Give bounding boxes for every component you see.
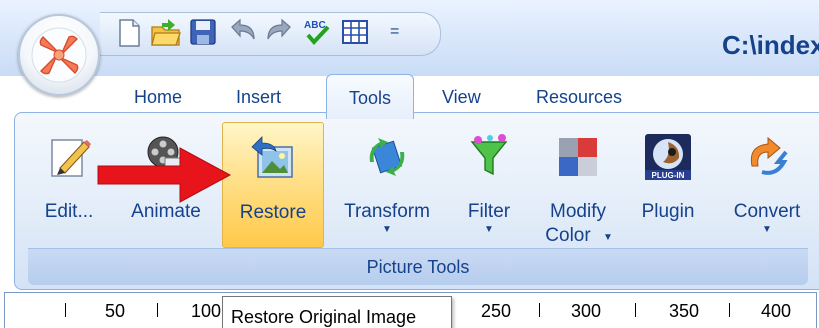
group-label: Picture Tools xyxy=(366,257,470,277)
spellcheck-icon[interactable]: ABC xyxy=(302,17,334,49)
ruler-label: 350 xyxy=(669,301,700,321)
svg-text:ABC: ABC xyxy=(304,20,326,31)
ruler-label: 50 xyxy=(105,301,126,321)
restore-button[interactable]: Restore xyxy=(222,122,324,248)
ruler-label: 400 xyxy=(761,301,792,321)
edit-label: Edit... xyxy=(44,201,94,222)
undo-icon[interactable] xyxy=(226,17,258,49)
redo-icon[interactable] xyxy=(264,17,296,49)
filter-button[interactable]: Filter ▼ xyxy=(456,122,522,252)
customize-toolbar-icon[interactable]: = xyxy=(390,23,408,45)
ruler-label: 250 xyxy=(481,301,512,321)
save-icon[interactable] xyxy=(188,17,220,49)
color-blocks-icon xyxy=(559,138,597,176)
app-window: ABC = C:\index Home Insert Tools View Re… xyxy=(0,0,819,328)
edit-button[interactable]: Edit... xyxy=(36,122,102,252)
ruler-label: 100 xyxy=(191,301,222,321)
ruler-tick xyxy=(65,303,66,317)
transform-button[interactable]: Transform ▼ xyxy=(336,122,438,252)
transform-dropdown-icon[interactable]: ▼ xyxy=(336,224,438,235)
tooltip: Restore Original Image xyxy=(222,296,452,328)
convert-button[interactable]: Convert ▼ xyxy=(722,122,812,252)
picture-tools-group: Picture Tools xyxy=(28,248,808,285)
filter-label: Filter xyxy=(467,201,511,222)
tab-home[interactable]: Home xyxy=(134,80,182,114)
ruler-label: 300 xyxy=(571,301,602,321)
modify-label: Modify xyxy=(550,201,606,222)
plugin-label: Plugin xyxy=(641,201,695,222)
quick-access-toolbar: ABC = xyxy=(100,12,441,56)
plugin-icon: PLUG-IN xyxy=(645,134,691,180)
ruler-tick xyxy=(635,303,636,317)
restore-label: Restore xyxy=(239,202,307,223)
restore-image-icon xyxy=(251,136,293,178)
open-folder-icon[interactable] xyxy=(150,17,182,49)
filter-funnel-icon xyxy=(470,134,508,176)
convert-arrow-icon xyxy=(750,136,788,175)
new-file-icon[interactable] xyxy=(114,17,146,49)
plugin-badge-text: PLUG-IN xyxy=(652,171,685,180)
ruler-tick xyxy=(539,303,540,317)
modify-color-button[interactable]: Modify Color ▼ xyxy=(534,122,622,252)
tab-resources[interactable]: Resources xyxy=(536,80,622,114)
tab-insert[interactable]: Insert xyxy=(236,80,281,114)
table-icon[interactable] xyxy=(340,17,372,49)
tab-view[interactable]: View xyxy=(442,80,481,114)
transform-icon xyxy=(369,138,405,176)
office-logo-icon xyxy=(31,27,87,83)
plugin-button[interactable]: PLUG-IN Plugin xyxy=(628,122,708,252)
convert-dropdown-icon[interactable]: ▼ xyxy=(722,224,812,235)
convert-label: Convert xyxy=(733,201,801,222)
ruler-tick xyxy=(157,303,158,317)
tab-tools[interactable]: Tools xyxy=(326,74,414,119)
edit-pencil-icon xyxy=(51,139,91,177)
transform-label: Transform xyxy=(344,201,430,222)
filter-dropdown-icon[interactable]: ▼ xyxy=(456,224,522,235)
window-title: C:\index xyxy=(722,30,819,60)
title-bar: ABC = C:\index xyxy=(0,0,819,76)
tooltip-text: Restore Original Image xyxy=(231,307,417,327)
pointer-arrow-icon xyxy=(97,147,232,203)
office-button[interactable] xyxy=(18,14,100,96)
ruler-tick xyxy=(729,303,730,317)
